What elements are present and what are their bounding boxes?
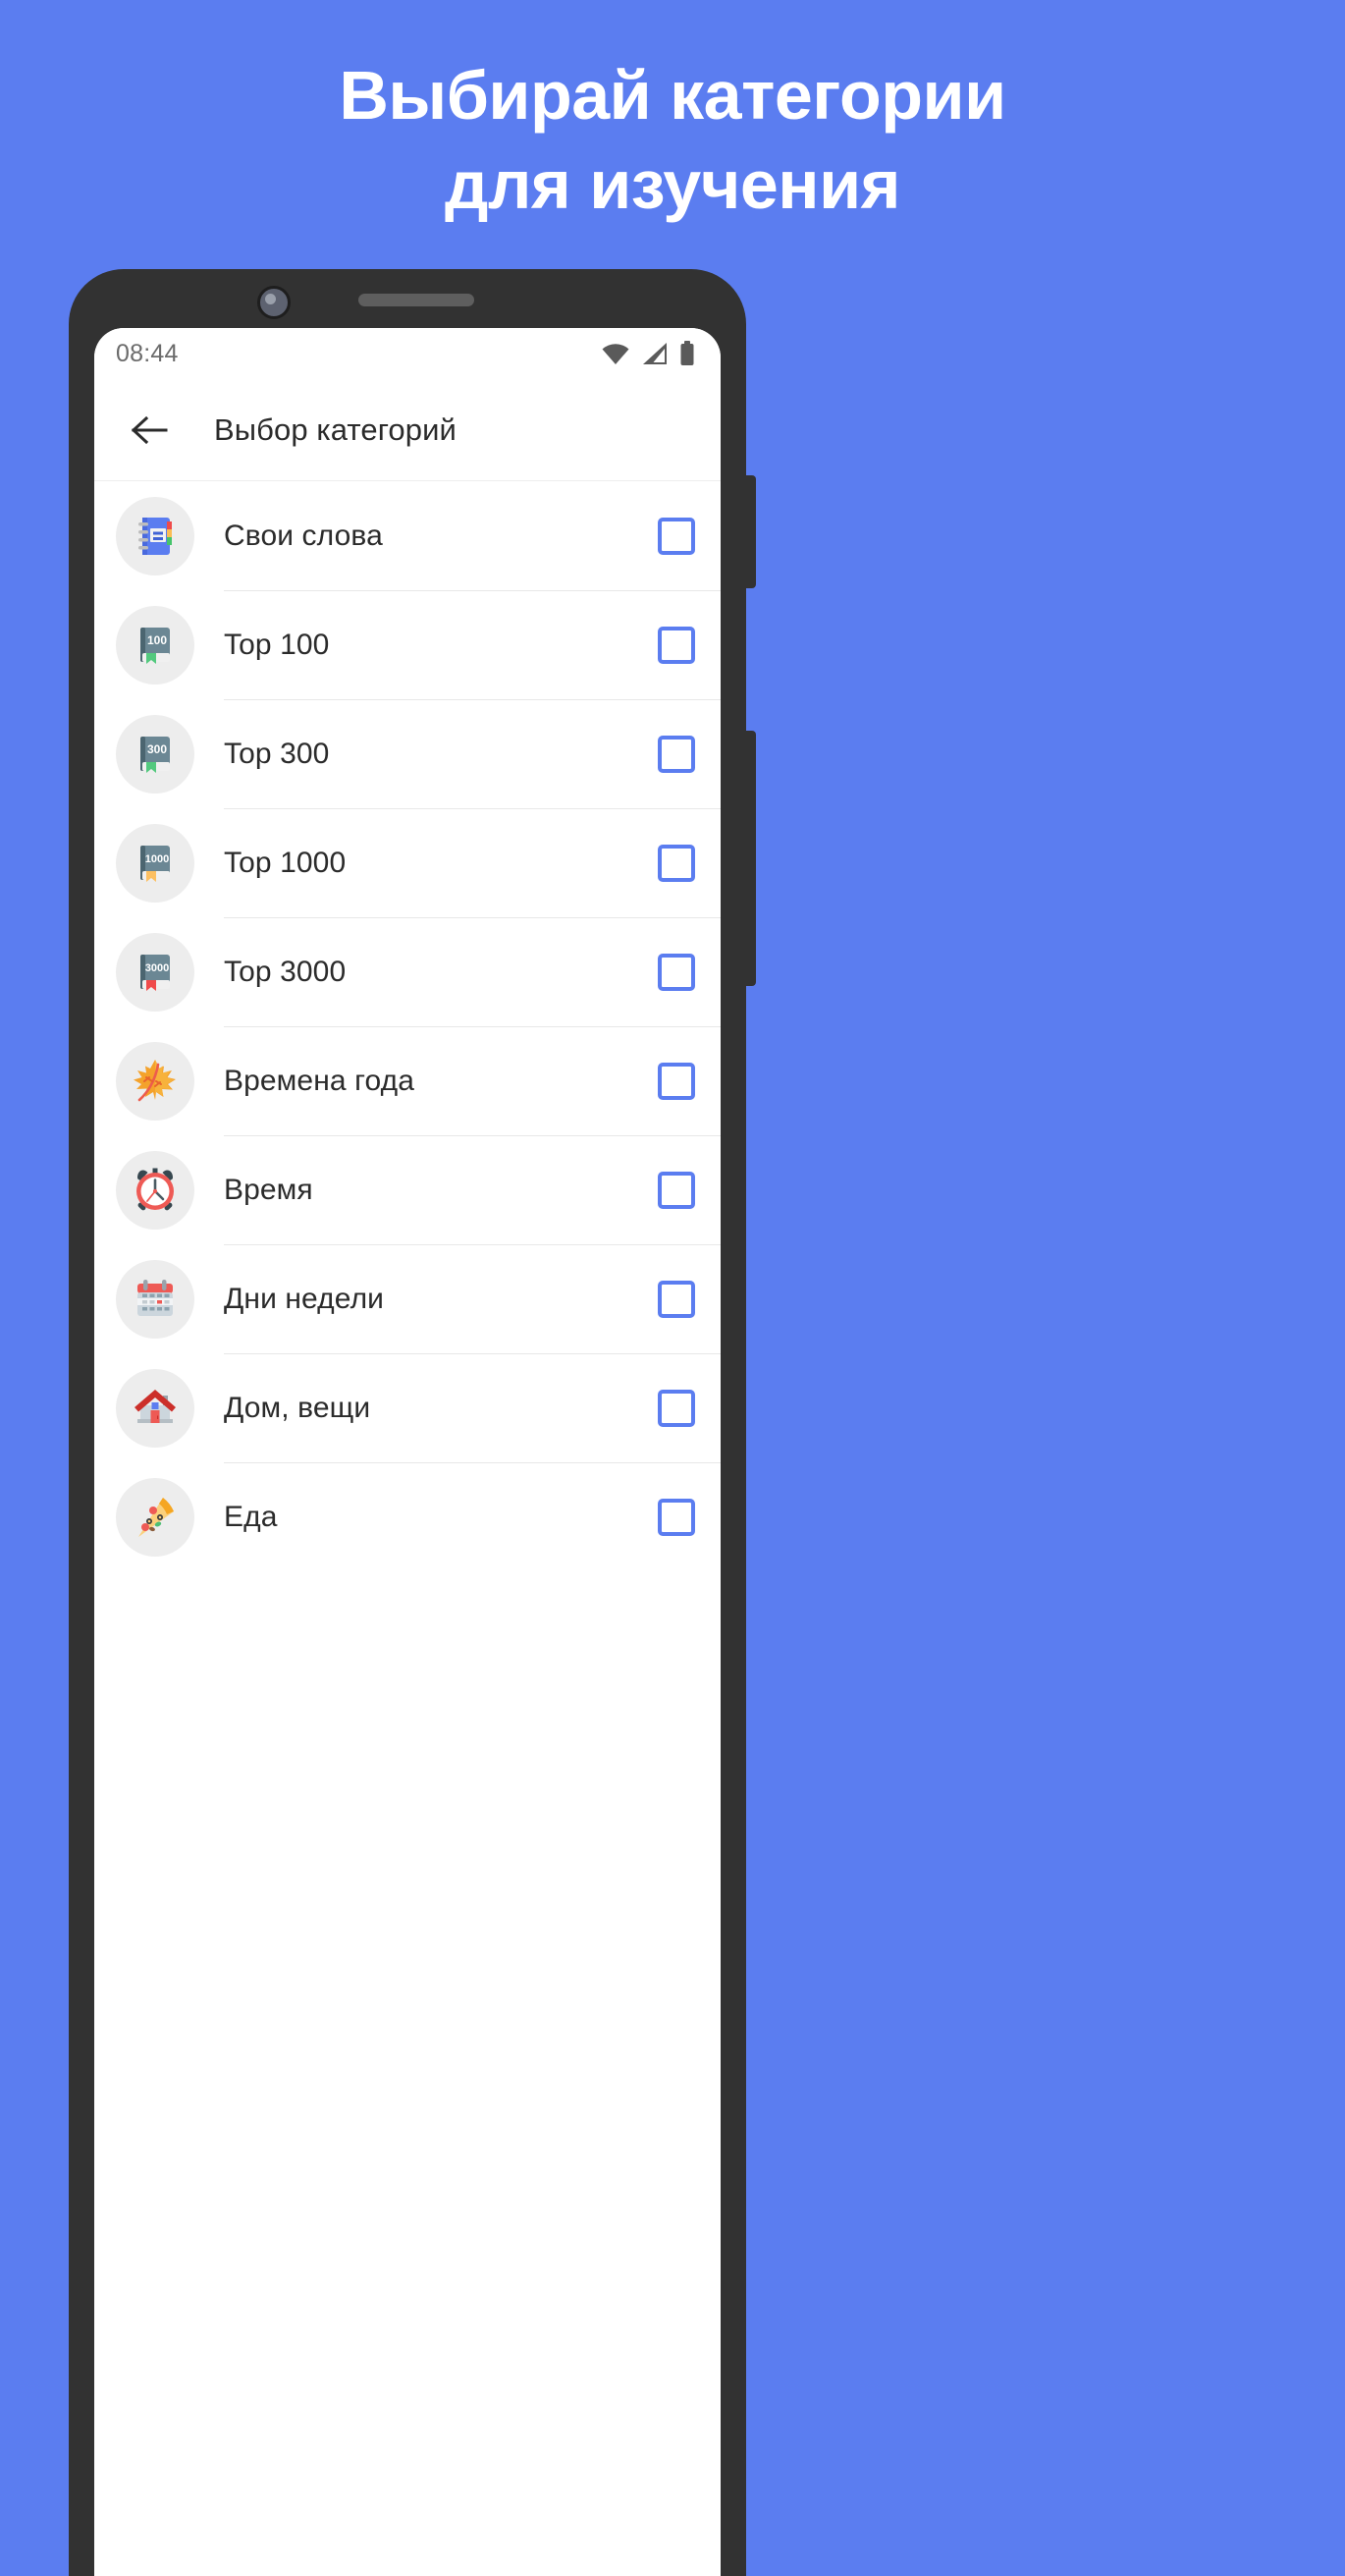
- category-checkbox[interactable]: [658, 1389, 695, 1427]
- pizza-icon: [116, 1477, 194, 1557]
- category-label: Top 1000: [224, 846, 347, 879]
- wifi-icon: [601, 342, 630, 365]
- category-row-seasons[interactable]: Времена года: [94, 1026, 721, 1135]
- volume-up-button[interactable]: [746, 475, 756, 588]
- category-row-own-words[interactable]: Свои слова: [94, 481, 721, 590]
- category-label: Время: [224, 1173, 313, 1206]
- category-label: Top 300: [224, 737, 330, 770]
- status-bar-icons: [601, 341, 695, 366]
- category-row-home-things[interactable]: Дом, вещи: [94, 1353, 721, 1462]
- promo-heading: Выбирай категории для изучения: [0, 0, 1345, 230]
- calendar-icon: [116, 1259, 194, 1339]
- cellular-signal-icon: [641, 342, 669, 365]
- category-row-food[interactable]: Еда: [94, 1462, 721, 1571]
- category-checkbox[interactable]: [658, 1280, 695, 1318]
- category-list: Свои слова 100 Top 100 300 Top 300 1000 …: [94, 481, 721, 1571]
- volume-down-button[interactable]: [746, 731, 756, 986]
- category-row-top-1000[interactable]: 1000 Top 1000: [94, 808, 721, 917]
- notebook-icon: [116, 496, 194, 575]
- maple-leaf-icon: [116, 1041, 194, 1121]
- category-checkbox[interactable]: [658, 735, 695, 773]
- svg-text:100: 100: [147, 633, 167, 647]
- phone-mockup: 08:44 Выбор категорий Свои слова 100 Top…: [69, 269, 756, 2576]
- alarm-clock-icon: [116, 1150, 194, 1230]
- phone-top-bezel: [69, 269, 746, 334]
- battery-icon: [679, 341, 695, 366]
- category-label: Дни недели: [224, 1282, 385, 1315]
- svg-text:3000: 3000: [145, 962, 169, 974]
- category-row-weekdays[interactable]: Дни недели: [94, 1244, 721, 1353]
- category-row-top-300[interactable]: 300 Top 300: [94, 699, 721, 808]
- category-label: Еда: [224, 1500, 278, 1533]
- earpiece-speaker-icon: [358, 294, 474, 306]
- front-camera-icon: [257, 286, 291, 319]
- promo-heading-line-2: для изучения: [445, 146, 900, 223]
- category-checkbox[interactable]: [658, 517, 695, 555]
- category-label: Свои слова: [224, 519, 383, 552]
- book-100-icon: 100: [116, 605, 194, 685]
- house-icon: [116, 1368, 194, 1448]
- category-checkbox[interactable]: [658, 626, 695, 664]
- promo-heading-line-1: Выбирай категории: [339, 57, 1006, 134]
- back-arrow-icon[interactable]: [128, 409, 171, 452]
- category-row-top-3000[interactable]: 3000 Top 3000: [94, 917, 721, 1026]
- status-bar: 08:44: [94, 328, 721, 379]
- book-1000-icon: 1000: [116, 823, 194, 903]
- book-300-icon: 300: [116, 714, 194, 794]
- category-checkbox[interactable]: [658, 1171, 695, 1209]
- book-3000-icon: 3000: [116, 932, 194, 1012]
- category-row-time[interactable]: Время: [94, 1135, 721, 1244]
- category-checkbox[interactable]: [658, 844, 695, 882]
- category-checkbox[interactable]: [658, 953, 695, 991]
- category-checkbox[interactable]: [658, 1498, 695, 1536]
- phone-screen: 08:44 Выбор категорий Свои слова 100 Top…: [94, 328, 721, 2576]
- page-title: Выбор категорий: [214, 411, 457, 447]
- category-row-top-100[interactable]: 100 Top 100: [94, 590, 721, 699]
- svg-text:300: 300: [147, 742, 167, 756]
- category-label: Дом, вещи: [224, 1391, 371, 1424]
- category-label: Top 3000: [224, 955, 347, 988]
- status-bar-time: 08:44: [116, 339, 179, 367]
- svg-text:1000: 1000: [145, 853, 169, 865]
- app-bar: Выбор категорий: [94, 379, 721, 481]
- category-label: Top 100: [224, 628, 330, 661]
- category-label: Времена года: [224, 1064, 414, 1097]
- category-checkbox[interactable]: [658, 1062, 695, 1100]
